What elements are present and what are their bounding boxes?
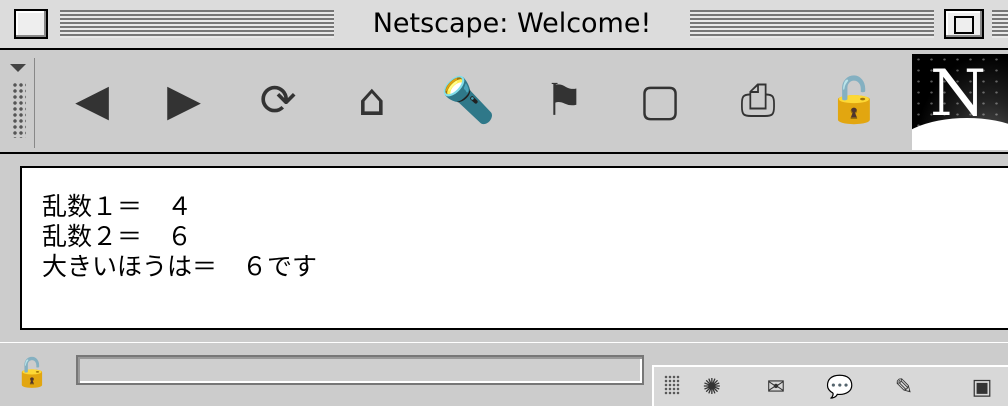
guide-icon: ⚑ xyxy=(544,75,584,126)
component-bar: ✺ ✉ 💬 ✎ ▣ xyxy=(652,365,1008,406)
collapse-triangle-icon xyxy=(10,64,26,72)
security-icon: 🔓 xyxy=(826,75,882,126)
window-title: Netscape: Welcome! xyxy=(340,6,684,42)
forward-icon: ▶ xyxy=(167,75,201,126)
component-grip-icon xyxy=(664,375,680,395)
home-button[interactable]: ⌂ xyxy=(340,68,404,134)
reload-button[interactable]: ⟳ xyxy=(246,68,310,134)
content-frame: 乱数１＝ ４ 乱数２＝ ６ 大きいほうは＝ ６です xyxy=(0,154,1008,342)
close-box[interactable] xyxy=(14,9,48,39)
window-icon: ▣ xyxy=(971,374,993,400)
discussion-icon: 💬 xyxy=(826,374,854,400)
logo-letter: N xyxy=(930,57,986,131)
navigation-toolbar: ◀ ▶ ⟳ ⌂ 🔦 ⚑ ▢ ⎙ 🔓 N xyxy=(0,50,1008,154)
status-bar: 🔓 ✺ ✉ 💬 ✎ ▣ xyxy=(0,342,1008,406)
navigator-button[interactable]: ✺ xyxy=(684,371,740,403)
back-button[interactable]: ◀ xyxy=(60,68,124,134)
search-button[interactable]: 🔦 xyxy=(436,68,500,134)
lock-icon[interactable]: 🔓 xyxy=(14,357,50,389)
navigator-icon: ✺ xyxy=(702,374,722,400)
toolbar-collapse-tab[interactable] xyxy=(4,58,35,148)
images-icon: ▢ xyxy=(639,75,681,126)
guide-button[interactable]: ⚑ xyxy=(532,68,596,134)
netscape-logo[interactable]: N xyxy=(912,54,1008,150)
window-button[interactable]: ▣ xyxy=(954,371,1008,403)
title-bar-stripes-far xyxy=(992,10,1008,38)
back-icon: ◀ xyxy=(75,75,109,126)
page-content: 乱数１＝ ４ 乱数２＝ ６ 大きいほうは＝ ６です xyxy=(20,166,1008,330)
home-icon: ⌂ xyxy=(358,75,386,126)
random-number-1-line: 乱数１＝ ４ xyxy=(42,192,193,221)
random-number-2-line: 乱数２＝ ６ xyxy=(42,222,193,251)
title-bar[interactable]: Netscape: Welcome! xyxy=(0,0,1008,50)
discussion-button[interactable]: 💬 xyxy=(812,371,868,403)
mail-button[interactable]: ✉ xyxy=(748,371,804,403)
composer-icon: ✎ xyxy=(894,374,914,400)
composer-button[interactable]: ✎ xyxy=(876,371,932,403)
images-button[interactable]: ▢ xyxy=(628,68,692,134)
status-field xyxy=(76,355,644,385)
forward-button[interactable]: ▶ xyxy=(152,68,216,134)
print-icon: ⎙ xyxy=(740,75,776,126)
print-button[interactable]: ⎙ xyxy=(726,68,790,134)
larger-value-line: 大きいほうは＝ ６です xyxy=(42,252,318,281)
security-button[interactable]: 🔓 xyxy=(822,68,886,134)
zoom-box[interactable] xyxy=(944,9,984,39)
title-bar-stripes-left xyxy=(60,10,334,38)
search-icon: 🔦 xyxy=(440,75,496,126)
mail-icon: ✉ xyxy=(766,374,786,400)
title-bar-stripes-right xyxy=(690,10,934,38)
reload-icon: ⟳ xyxy=(259,75,297,126)
grip-icon xyxy=(12,82,26,138)
